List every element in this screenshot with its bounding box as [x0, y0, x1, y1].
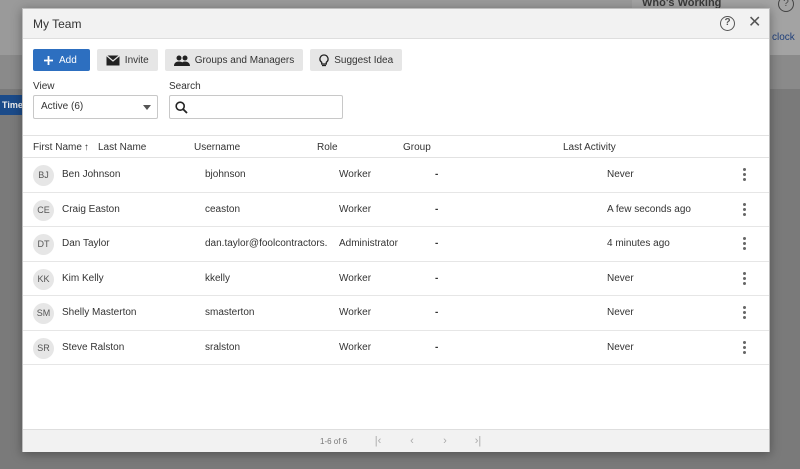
group-header[interactable]: Group — [403, 142, 431, 153]
member-name: Craig Easton — [62, 203, 120, 215]
first-name-header[interactable]: First Name ↑ — [33, 142, 91, 153]
member-name: Ben Johnson — [62, 169, 121, 180]
member-name: Dan Taylor — [62, 238, 110, 249]
member-role: Worker — [339, 341, 372, 353]
invite-button-label: Invite — [124, 54, 149, 66]
add-button-label: Add — [59, 54, 77, 66]
table-row[interactable]: CE Craig Easton ceaston Worker - A few s… — [23, 193, 769, 227]
member-group: - — [435, 169, 439, 180]
table-row[interactable]: BJ Ben Johnson bjohnson Worker - Never — [23, 158, 769, 193]
last-activity-header[interactable]: Last Activity — [563, 142, 616, 153]
member-group: - — [435, 203, 439, 215]
table-header: First Name ↑ Last Name Username Role Grou… — [23, 135, 769, 158]
prev-page-icon[interactable]: ‹ — [403, 433, 421, 449]
view-select[interactable]: Active (6) — [33, 95, 158, 119]
search-input[interactable] — [192, 98, 340, 116]
pagination-footer: 1-6 of 6 |‹ ‹ › ›| — [23, 429, 769, 452]
my-team-modal: My Team ? ✕ Add Invite Groups and Manage… — [22, 8, 770, 452]
member-username: bjohnson — [205, 169, 246, 180]
more-options-icon[interactable] — [739, 340, 749, 355]
member-last-activity: A few seconds ago — [607, 203, 691, 215]
avatar: KK — [33, 268, 54, 290]
member-username: kkelly — [205, 272, 231, 284]
chevron-down-icon — [143, 105, 151, 110]
member-group: - — [435, 238, 439, 249]
table-row[interactable]: SM Shelly Masterton smasterton Worker - … — [23, 296, 769, 331]
avatar: CE — [33, 199, 54, 221]
member-username: sralston — [205, 341, 241, 353]
last-name-header[interactable]: Last Name — [98, 142, 146, 153]
pagination-range: 1-6 of 6 — [320, 437, 348, 446]
avatar: DT — [33, 234, 54, 255]
close-icon[interactable]: ✕ — [748, 14, 761, 32]
table-row[interactable]: DT Dan Taylor dan.taylor@foolcontractors… — [23, 227, 769, 262]
sort-up-icon: ↑ — [83, 142, 89, 153]
invite-button[interactable]: Invite — [96, 49, 158, 71]
avatar: SR — [33, 337, 54, 359]
search-icon — [175, 101, 188, 114]
view-select-value: Active (6) — [41, 101, 84, 112]
member-role: Worker — [339, 272, 372, 284]
member-name: Shelly Masterton — [62, 307, 137, 318]
member-group: - — [435, 307, 439, 318]
table-row[interactable]: SR Steve Ralston sralston Worker - Never — [23, 331, 769, 365]
member-last-activity: Never — [607, 272, 634, 284]
member-last-activity: Never — [607, 169, 634, 180]
more-options-icon[interactable] — [739, 306, 749, 320]
toolbar: Add Invite Groups and Managers Suggest I… — [33, 49, 403, 71]
avatar: BJ — [33, 165, 54, 186]
next-page-icon[interactable]: › — [436, 433, 454, 449]
lightbulb-icon — [319, 53, 329, 66]
modal-title: My Team — [33, 17, 82, 31]
member-username: ceaston — [205, 203, 241, 215]
search-field[interactable] — [169, 95, 343, 119]
member-last-activity: Never — [607, 307, 634, 318]
member-username: smasterton — [205, 307, 255, 318]
first-page-icon[interactable]: |‹ — [369, 433, 387, 449]
more-options-icon[interactable] — [739, 168, 749, 182]
people-icon — [173, 55, 190, 66]
view-label: View — [33, 81, 55, 92]
member-last-activity: 4 minutes ago — [607, 238, 670, 249]
groups-and-managers-button[interactable]: Groups and Managers — [164, 49, 304, 71]
more-options-icon[interactable] — [739, 237, 749, 251]
member-group: - — [435, 341, 439, 353]
member-role: Worker — [339, 169, 372, 180]
role-header[interactable]: Role — [317, 142, 338, 153]
member-name: Kim Kelly — [62, 272, 104, 284]
plus-icon — [44, 55, 53, 65]
clock-link: clock — [772, 32, 795, 43]
more-options-icon[interactable] — [739, 271, 749, 286]
search-label: Search — [169, 81, 201, 92]
groups-button-label: Groups and Managers — [194, 54, 295, 66]
member-username: dan.taylor@foolcontractors. — [205, 238, 328, 249]
table-row[interactable]: KK Kim Kelly kkelly Worker - Never — [23, 262, 769, 296]
help-icon[interactable]: ? — [720, 16, 735, 31]
suggest-button-label: Suggest Idea — [334, 54, 394, 66]
envelope-icon — [105, 54, 120, 65]
member-role: Worker — [339, 307, 372, 318]
member-role: Administrator — [339, 238, 398, 249]
member-last-activity: Never — [607, 341, 634, 353]
avatar: SM — [33, 303, 54, 324]
add-button[interactable]: Add — [33, 49, 90, 71]
team-table-body: BJ Ben Johnson bjohnson Worker - Never C… — [23, 158, 769, 365]
username-header[interactable]: Username — [194, 142, 240, 153]
modal-header: My Team ? ✕ — [23, 9, 769, 39]
time-tab: Time — [0, 95, 24, 115]
member-group: - — [435, 272, 439, 284]
member-name: Steve Ralston — [62, 341, 125, 353]
last-page-icon[interactable]: ›| — [469, 433, 487, 449]
member-role: Worker — [339, 203, 372, 215]
more-options-icon[interactable] — [739, 202, 749, 217]
suggest-idea-button[interactable]: Suggest Idea — [310, 49, 403, 71]
